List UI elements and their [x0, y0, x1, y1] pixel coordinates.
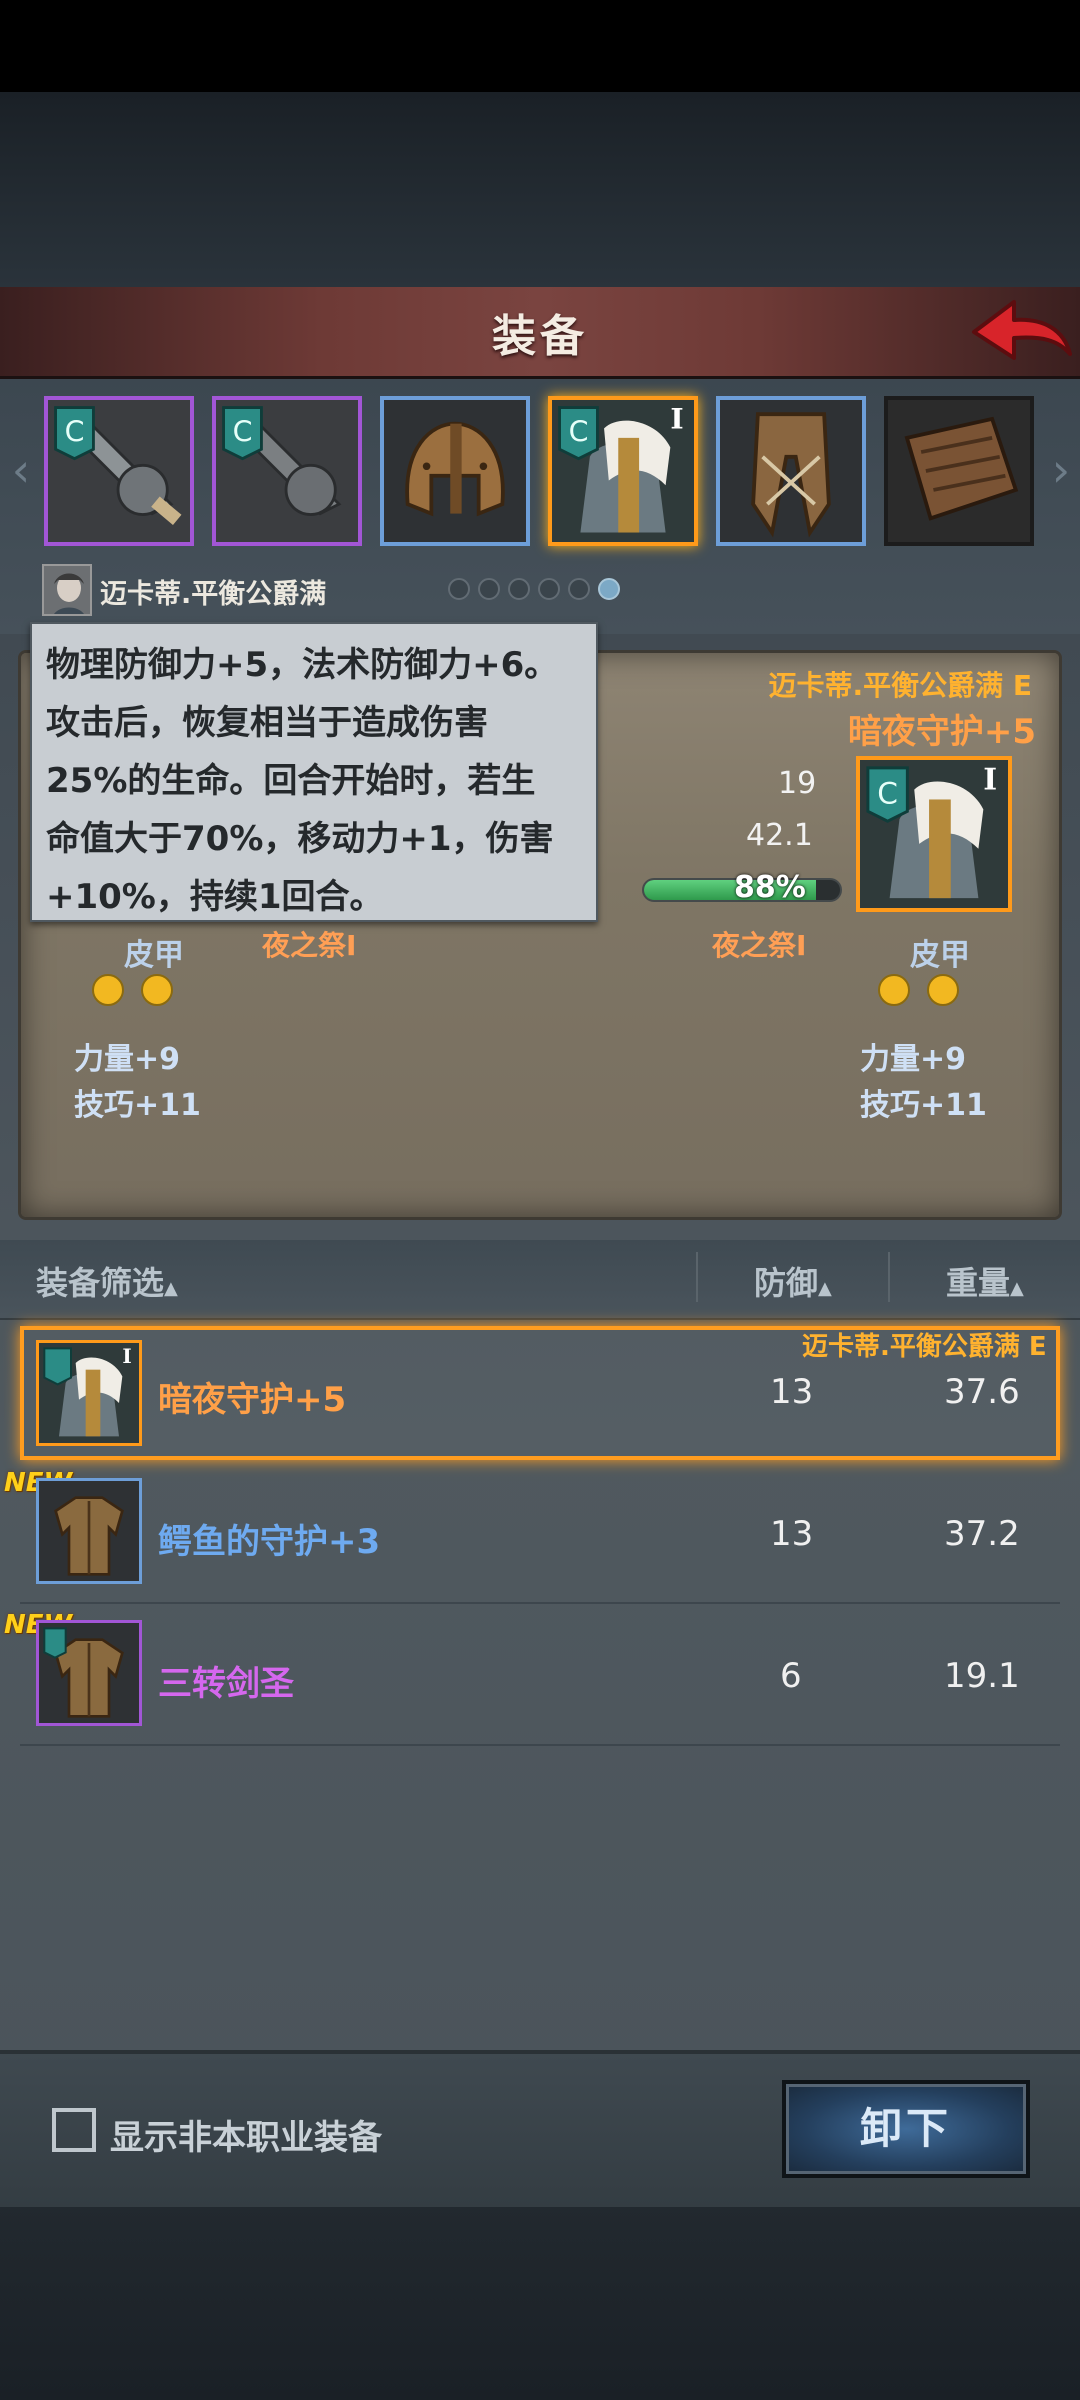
slot-armor[interactable]: C I — [548, 396, 698, 546]
compare-item-icon: C I — [856, 756, 1012, 912]
tooltip-line: +10%，持续1回合。 — [46, 877, 384, 917]
row-item-name: 鳄鱼的守护+3 — [158, 1522, 381, 1562]
gem-slot-icon — [141, 974, 174, 1006]
left-stat-strength: 力量+9 — [74, 1042, 181, 1077]
row-weight: 19.1 — [944, 1656, 1020, 1696]
right-stat-skill: 技巧+11 — [860, 1088, 987, 1123]
durability-text: 88% — [734, 870, 806, 905]
row-weight: 37.2 — [944, 1514, 1020, 1554]
tooltip-line: 25%的生命。回合开始时，若生 — [46, 761, 536, 801]
left-armor-type: 皮甲 — [124, 938, 184, 973]
status-bar — [0, 0, 1080, 92]
equipment-tooltip: 物理防御力+5，法术防御力+6。 攻击后，恢复相当于造成伤害 25%的生命。回合… — [30, 622, 598, 922]
character-avatar — [42, 564, 92, 616]
right-armor-type: 皮甲 — [910, 938, 970, 973]
page-dot — [508, 578, 530, 600]
unequip-button[interactable]: 卸下 — [782, 2080, 1030, 2178]
compare-weight: 42.1 — [746, 818, 813, 853]
page-dot — [448, 578, 470, 600]
character-name: 迈卡蒂.平衡公爵满 — [100, 579, 327, 610]
page-dot — [568, 578, 590, 600]
book-icon — [888, 400, 1030, 542]
sort-triangle-icon: ▲ — [164, 1278, 178, 1299]
row-item-name: 暗夜守护+5 — [158, 1380, 347, 1420]
defense-sort[interactable]: 防御▲ — [754, 1258, 832, 1304]
armor-coat-icon: I — [39, 1343, 139, 1443]
tooltip-line: 命值大于70%，移动力+1，伤害 — [46, 819, 554, 859]
page-indicator — [448, 578, 628, 604]
slot-offhand[interactable]: C — [212, 396, 362, 546]
offhand-weapon-icon: C — [216, 400, 358, 542]
row-item-icon — [36, 1478, 142, 1584]
row-item-name: 三转剑圣 — [158, 1664, 294, 1704]
show-other-class-label[interactable]: 显示非本职业装备 — [110, 2110, 382, 2159]
row-divider — [20, 1744, 1060, 1746]
row-defense: 6 — [780, 1656, 802, 1696]
slots-right-arrow-icon[interactable]: › — [1046, 440, 1076, 500]
left-stat-skill: 技巧+11 — [74, 1088, 201, 1123]
svg-text:I: I — [122, 1344, 131, 1368]
right-gem-slots — [878, 974, 960, 1010]
weight-label: 重量 — [946, 1264, 1011, 1302]
svg-text:C: C — [233, 416, 253, 449]
pants-icon — [720, 400, 862, 542]
top-background — [0, 92, 1080, 287]
slots-left-arrow-icon[interactable]: ‹ — [6, 440, 36, 500]
row-defense: 13 — [770, 1514, 814, 1554]
leather-armor-icon — [39, 1481, 139, 1581]
left-gem-slots — [92, 974, 174, 1010]
compare-owner: 迈卡蒂.平衡公爵满 E — [768, 669, 1032, 702]
compare-item-name: 暗夜守护+5 — [847, 712, 1036, 752]
leather-armor-icon — [39, 1623, 139, 1723]
sort-triangle-icon: ▲ — [1010, 1278, 1024, 1299]
svg-text:C: C — [569, 416, 589, 449]
svg-text:I: I — [983, 762, 997, 797]
row-divider — [20, 1602, 1060, 1604]
left-rune: 夜之祭I — [262, 929, 357, 962]
page-dot — [538, 578, 560, 600]
armor-coat-icon: C I — [860, 760, 1008, 908]
slot-weapon[interactable]: C — [44, 396, 194, 546]
gem-slot-icon — [878, 974, 910, 1006]
compare-defense: 19 — [778, 766, 817, 801]
page-title: 装备 — [492, 311, 588, 362]
show-other-class-checkbox[interactable] — [52, 2108, 96, 2152]
sort-triangle-icon: ▲ — [818, 1278, 832, 1299]
page-dot-active — [598, 578, 620, 600]
slot-book[interactable] — [884, 396, 1034, 546]
weapon-icon: C — [48, 400, 190, 542]
row-weight: 37.6 — [944, 1372, 1020, 1412]
row-item-icon: I — [36, 1340, 142, 1446]
armor-coat-icon: C I — [552, 400, 694, 542]
tooltip-line: 物理防御力+5，法术防御力+6。 — [46, 645, 559, 685]
header-divider — [696, 1252, 698, 1302]
tooltip-line: 攻击后，恢复相当于造成伤害 — [46, 703, 488, 743]
helmet-icon — [384, 400, 526, 542]
slot-pants[interactable] — [716, 396, 866, 546]
back-button[interactable] — [966, 292, 1076, 372]
gem-slot-icon — [927, 974, 960, 1006]
row-item-icon — [36, 1620, 142, 1726]
svg-text:I: I — [670, 401, 683, 435]
row-defense: 13 — [770, 1372, 814, 1412]
row-owner: 迈卡蒂.平衡公爵满 E — [802, 1332, 1047, 1362]
header-divider — [888, 1252, 890, 1302]
svg-text:C: C — [877, 776, 898, 810]
filter-sort[interactable]: 装备筛选▲ — [36, 1258, 178, 1304]
right-stat-strength: 力量+9 — [860, 1042, 967, 1077]
back-arrow-icon — [972, 300, 1072, 360]
gem-slot-icon — [92, 974, 124, 1006]
slot-helmet[interactable] — [380, 396, 530, 546]
svg-text:C: C — [65, 416, 85, 449]
filter-label: 装备筛选 — [36, 1264, 165, 1302]
weight-sort[interactable]: 重量▲ — [946, 1258, 1024, 1304]
right-rune: 夜之祭I — [712, 929, 807, 962]
bottom-background — [0, 2207, 1080, 2400]
page-dot — [478, 578, 500, 600]
defense-label: 防御 — [754, 1264, 819, 1302]
